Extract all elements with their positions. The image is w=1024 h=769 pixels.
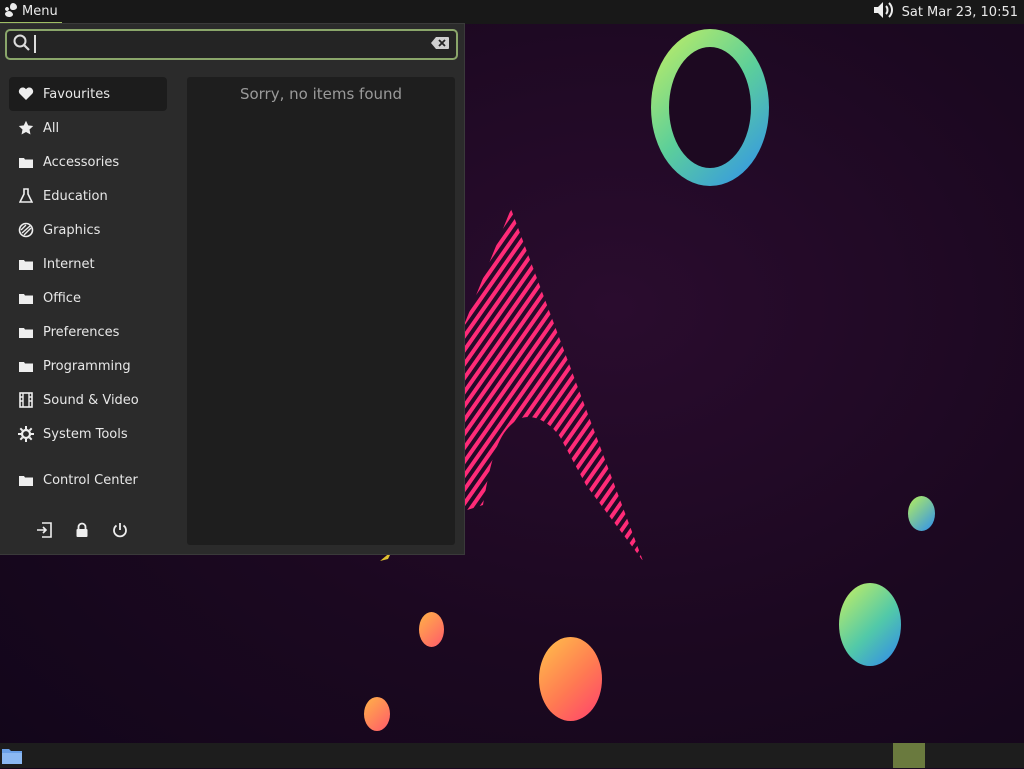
wallpaper-bubble <box>364 697 390 731</box>
search-input[interactable] <box>31 32 430 57</box>
category-programming[interactable]: Programming <box>9 349 167 383</box>
clock[interactable]: Sat Mar 23, 10:51 <box>902 5 1018 20</box>
clear-search-icon[interactable] <box>430 35 450 54</box>
film-icon <box>17 391 35 409</box>
category-label: System Tools <box>43 426 128 442</box>
show-desktop-icon[interactable] <box>1 747 23 769</box>
category-label: Education <box>43 188 108 204</box>
category-all[interactable]: All <box>9 111 167 145</box>
logout-icon[interactable] <box>36 521 52 539</box>
category-label: Programming <box>43 358 131 374</box>
heart-icon <box>17 85 35 103</box>
category-label: All <box>43 120 60 136</box>
folder-icon <box>17 357 35 375</box>
gnome-foot-icon <box>4 2 18 21</box>
wallpaper-bubble <box>539 637 602 721</box>
gear-icon <box>17 425 35 443</box>
category-label: Accessories <box>43 154 120 170</box>
category-list: Favourites All Accessories Education Gra… <box>9 77 167 497</box>
category-label: Control Center <box>43 472 138 488</box>
category-label: Internet <box>43 256 95 272</box>
folder-icon <box>17 289 35 307</box>
category-system-tools[interactable]: System Tools <box>9 417 167 451</box>
folder-icon <box>17 255 35 273</box>
wallpaper-bubble <box>839 583 901 666</box>
flask-icon <box>17 187 35 205</box>
menu-label: Menu <box>22 3 58 19</box>
power-icon[interactable] <box>112 521 128 539</box>
category-internet[interactable]: Internet <box>9 247 167 281</box>
volume-icon[interactable] <box>872 0 896 24</box>
palette-icon <box>17 221 35 239</box>
category-label: Graphics <box>43 222 101 238</box>
category-label: Preferences <box>43 324 120 340</box>
folder-icon <box>17 471 35 489</box>
menu-button[interactable]: Menu <box>0 0 62 24</box>
lock-icon[interactable] <box>74 521 90 539</box>
category-office[interactable]: Office <box>9 281 167 315</box>
folder-icon <box>17 323 35 341</box>
top-panel: Menu Sat Mar 23, 10:51 <box>0 0 1024 24</box>
folder-icon <box>17 153 35 171</box>
category-control-center[interactable]: Control Center <box>9 463 167 497</box>
wallpaper-bubble <box>908 496 935 531</box>
wallpaper-bubble <box>419 612 444 647</box>
wallpaper-ring <box>651 29 769 186</box>
search-box[interactable] <box>5 29 458 60</box>
star-icon <box>17 119 35 137</box>
session-buttons <box>36 521 128 539</box>
application-menu: Favourites All Accessories Education Gra… <box>0 24 464 554</box>
category-graphics[interactable]: Graphics <box>9 213 167 247</box>
category-label: Office <box>43 290 81 306</box>
category-favourites[interactable]: Favourites <box>9 77 167 111</box>
bottom-panel <box>0 743 1024 768</box>
workspace-switcher[interactable] <box>893 743 925 768</box>
category-sound-video[interactable]: Sound & Video <box>9 383 167 417</box>
text-cursor <box>34 35 36 53</box>
category-accessories[interactable]: Accessories <box>9 145 167 179</box>
category-label: Favourites <box>43 86 110 102</box>
search-icon <box>13 34 31 56</box>
category-label: Sound & Video <box>43 392 139 408</box>
results-pane: Sorry, no items found <box>187 77 455 545</box>
category-preferences[interactable]: Preferences <box>9 315 167 349</box>
category-education[interactable]: Education <box>9 179 167 213</box>
no-items-message: Sorry, no items found <box>239 85 403 103</box>
